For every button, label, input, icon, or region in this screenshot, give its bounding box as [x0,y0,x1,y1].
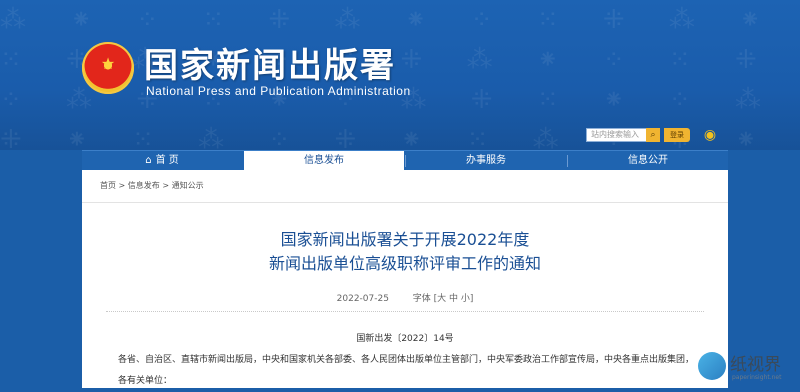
nav-info-release-label: 信息发布 [304,155,344,166]
meta-divider [106,311,704,312]
nav-services[interactable]: 办事服务 [406,151,566,171]
breadcrumb-home[interactable]: 首页 [100,181,116,190]
login-button[interactable]: 登录 [664,128,690,142]
nav-info-disclosure[interactable]: 信息公开 [568,151,728,171]
nav-services-label: 办事服务 [466,155,506,166]
search-input[interactable]: 站内搜索输入 [586,128,650,142]
main-nav: ⌂ 首 页 信息发布 办事服务 信息公开 [82,150,728,171]
site-title[interactable]: 国家新闻出版署 [144,38,396,87]
breadcrumb-separator: > [162,181,170,190]
nav-home-label: 首 页 [155,155,179,166]
nav-info-disclosure-label: 信息公开 [628,155,668,166]
search-icon[interactable]: ⌕ [646,128,660,142]
font-size-label: 字体 [412,294,431,304]
breadcrumb-separator: > [118,181,126,190]
watermark: 纸视界 paperinsight.net [698,350,798,386]
breadcrumb: 首页 > 信息发布 > 通知公示 [100,180,204,191]
document-number: 国新出发〔2022〕14号 [356,334,454,344]
nav-info-release[interactable]: 信息发布 [244,151,404,171]
breadcrumb-notices[interactable]: 通知公示 [172,181,204,190]
home-icon: ⌂ [145,155,152,166]
article-meta: 2022-07-25 字体 [大 中 小] [82,291,728,304]
watermark-url: paperinsight.net [732,374,782,381]
breadcrumb-info-release[interactable]: 信息发布 [128,181,160,190]
national-emblem-icon[interactable]: ★ [82,42,134,94]
watermark-logo-icon [698,352,726,380]
article-title-line1: 国家新闻出版署关于开展2022年度 [280,230,530,249]
article-title-line2: 新闻出版单位高级职称评审工作的通知 [268,254,541,273]
article-title: 国家新闻出版署关于开展2022年度 新闻出版单位高级职称评审工作的通知 [82,228,728,276]
article-panel: 首页 > 信息发布 > 通知公示 国家新闻出版署关于开展2022年度 新闻出版单… [82,170,728,388]
article-body: 各省、自治区、直辖市新闻出版局，中央和国家机关各部委、各人民团体出版单位主管部门… [118,355,695,386]
site-title-english: National Press and Publication Administr… [146,84,411,98]
publish-date: 2022-07-25 [336,294,389,304]
nav-home[interactable]: ⌂ 首 页 [82,151,242,171]
weibo-icon[interactable]: ◉ [702,127,718,143]
watermark-brand: 纸视界 [730,355,781,375]
breadcrumb-divider [82,202,728,203]
font-size-switcher[interactable]: [大 中 小] [434,294,474,304]
